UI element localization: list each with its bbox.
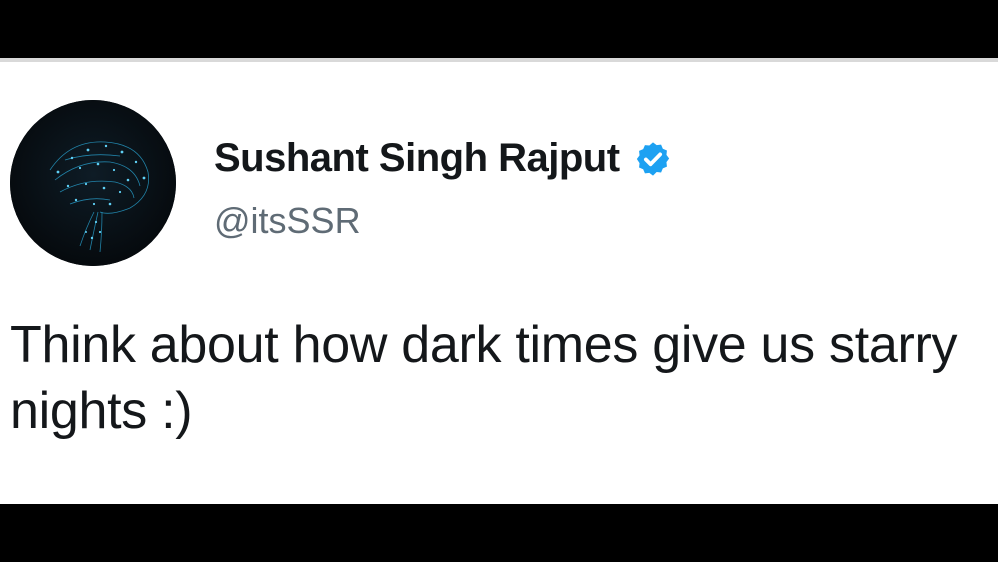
author-name-row: Sushant Singh Rajput (214, 136, 672, 181)
tweet-text: Think about how dark times give us starr… (10, 316, 958, 440)
tweet-card[interactable]: Sushant Singh Rajput @itsSSR Think about… (0, 58, 998, 504)
verified-badge-icon (634, 140, 672, 178)
brain-network-icon (10, 100, 176, 266)
screenshot-frame: Sushant Singh Rajput @itsSSR Think about… (0, 0, 998, 562)
avatar[interactable] (10, 100, 176, 266)
author-display-name[interactable]: Sushant Singh Rajput (214, 136, 620, 181)
author-handle[interactable]: @itsSSR (214, 200, 361, 242)
